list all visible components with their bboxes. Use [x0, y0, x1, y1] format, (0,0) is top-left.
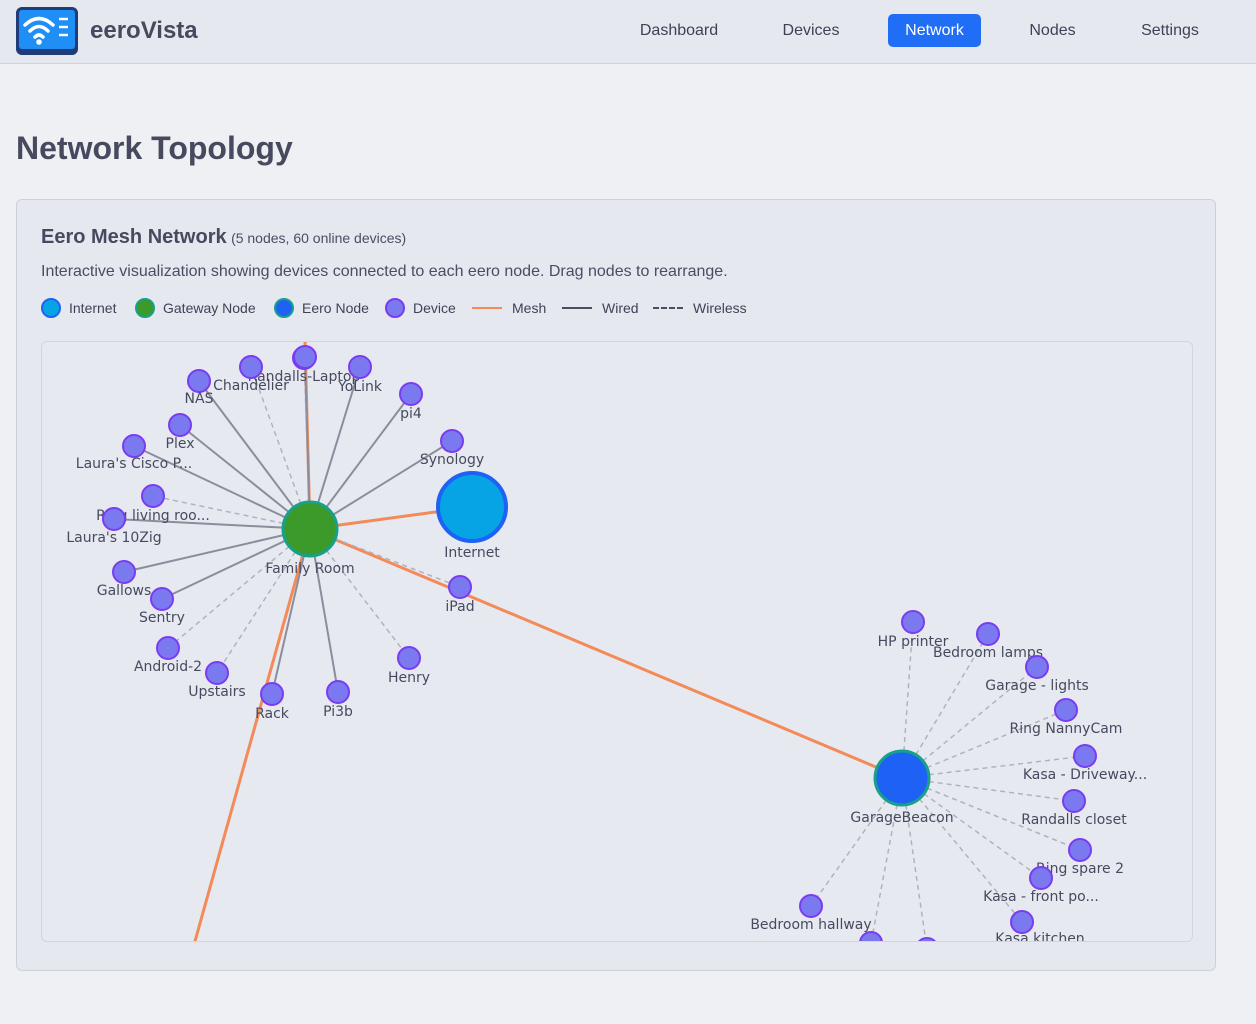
internet-dot-icon: [41, 298, 61, 318]
card-title: Eero Mesh Network: [41, 226, 227, 248]
legend-wireless-label: Wireless: [693, 300, 747, 316]
device-label: Android-2: [134, 659, 202, 675]
device-node[interactable]: [239, 355, 263, 379]
legend-gateway: Gateway Node: [135, 297, 256, 319]
device-label: Pi3b: [323, 704, 353, 720]
legend-gateway-label: Gateway Node: [163, 300, 256, 316]
top-navbar: eeroVista Dashboard Devices Network Node…: [0, 0, 1256, 64]
eero-node-label: GarageBeacon: [850, 810, 953, 826]
device-node[interactable]: [1029, 866, 1053, 890]
device-label: Laura's Cisco P...: [76, 456, 192, 472]
legend-eero: Eero Node: [274, 297, 369, 319]
device-node[interactable]: [916, 937, 938, 941]
mesh-line-icon: [472, 307, 502, 309]
gateway-node[interactable]: [281, 500, 339, 558]
legend-eero-label: Eero Node: [302, 300, 369, 316]
eero-dot-icon: [274, 298, 294, 318]
device-label: Bedroom hallway: [750, 917, 871, 933]
legend-wired: Wired: [562, 297, 639, 319]
legend-mesh-label: Mesh: [512, 300, 547, 316]
device-node[interactable]: [1010, 910, 1034, 934]
device-node[interactable]: [399, 382, 423, 406]
legend-device-label: Device: [413, 300, 456, 316]
device-node[interactable]: [448, 575, 472, 599]
device-node[interactable]: [168, 413, 192, 437]
device-label: Kasa - front po...: [983, 889, 1099, 905]
device-label: Ring NannyCam: [1010, 721, 1123, 737]
device-label: Randalls closet: [1021, 812, 1127, 828]
card-description: Interactive visualization showing device…: [41, 263, 728, 280]
wifi-logo-icon[interactable]: [16, 7, 78, 55]
device-label: Garage - lights: [985, 678, 1089, 694]
device-label: pi4: [400, 406, 422, 422]
device-dot-icon: [385, 298, 405, 318]
device-node[interactable]: [397, 646, 421, 670]
device-label: Bedroom lamps: [933, 645, 1043, 661]
device-label: NAS: [185, 391, 214, 407]
device-node[interactable]: [1062, 789, 1086, 813]
device-node[interactable]: [156, 636, 180, 660]
device-node[interactable]: [1054, 698, 1078, 722]
nav-settings[interactable]: Settings: [1127, 14, 1213, 47]
internet-node[interactable]: [436, 471, 508, 543]
device-label: Upstairs: [188, 684, 245, 700]
device-label: Kasa kitchen: [995, 931, 1084, 941]
legend-mesh: Mesh: [472, 297, 546, 319]
device-node[interactable]: [799, 894, 823, 918]
device-label: iPad: [445, 599, 474, 615]
legend-internet: Internet: [41, 297, 116, 319]
internet-node-label: Internet: [444, 545, 500, 561]
device-node[interactable]: [440, 429, 464, 453]
device-node[interactable]: [1073, 744, 1097, 768]
card-header: Eero Mesh Network (5 nodes, 60 online de…: [41, 226, 406, 249]
app-name: eeroVista: [90, 17, 198, 44]
device-label: Plex: [166, 436, 195, 452]
page-title: Network Topology: [16, 130, 293, 166]
device-label: YoLink: [337, 379, 383, 395]
device-node[interactable]: [122, 434, 146, 458]
device-node[interactable]: [205, 661, 229, 685]
device-node[interactable]: [1025, 655, 1049, 679]
device-node[interactable]: [187, 369, 211, 393]
device-node[interactable]: [859, 931, 883, 941]
device-node[interactable]: [326, 680, 350, 704]
device-label: Kasa - Driveway...: [1023, 767, 1147, 783]
device-label: Chandelier: [213, 378, 289, 394]
device-label: Gallows: [97, 583, 152, 599]
gateway-node-label: Family Room: [265, 561, 354, 577]
device-node[interactable]: [901, 610, 925, 634]
device-label: Sentry: [139, 610, 185, 626]
device-node[interactable]: [102, 507, 126, 531]
card-subtitle: (5 nodes, 60 online devices): [231, 230, 407, 246]
legend-wireless: Wireless: [653, 297, 747, 319]
device-node[interactable]: [293, 345, 317, 369]
nav-dashboard[interactable]: Dashboard: [628, 14, 730, 47]
device-node[interactable]: [150, 587, 174, 611]
device-label: Rack: [255, 706, 290, 722]
gateway-dot-icon: [135, 298, 155, 318]
device-label: Synology: [420, 452, 484, 468]
legend-device: Device: [385, 297, 456, 319]
nav-network[interactable]: Network: [888, 14, 981, 47]
device-label: Henry: [388, 670, 430, 686]
legend-internet-label: Internet: [69, 300, 117, 316]
device-node[interactable]: [1068, 838, 1092, 862]
wireless-line-icon: [653, 307, 683, 309]
device-node[interactable]: [141, 484, 165, 508]
nav-devices[interactable]: Devices: [767, 14, 855, 47]
device-label: Laura's 10Zig: [66, 530, 161, 546]
topology-svg[interactable]: Randalls-LaptopChandelierNASPlexLaura's …: [42, 342, 1192, 941]
device-node[interactable]: [112, 560, 136, 584]
wired-line-icon: [562, 307, 592, 309]
mesh-edge-offscreen: [193, 528, 312, 941]
device-node[interactable]: [348, 355, 372, 379]
legend: Internet Gateway Node Eero Node Device M…: [41, 297, 841, 319]
device-node[interactable]: [260, 682, 284, 706]
nav-nodes[interactable]: Nodes: [1014, 14, 1091, 47]
topology-graph[interactable]: Randalls-Laptop Chandelier NAS Plex Laura's …: [41, 341, 1193, 942]
topology-card: Eero Mesh Network (5 nodes, 60 online de…: [16, 199, 1216, 971]
legend-wired-label: Wired: [602, 300, 639, 316]
eero-node[interactable]: [873, 749, 931, 807]
device-node[interactable]: [976, 622, 1000, 646]
